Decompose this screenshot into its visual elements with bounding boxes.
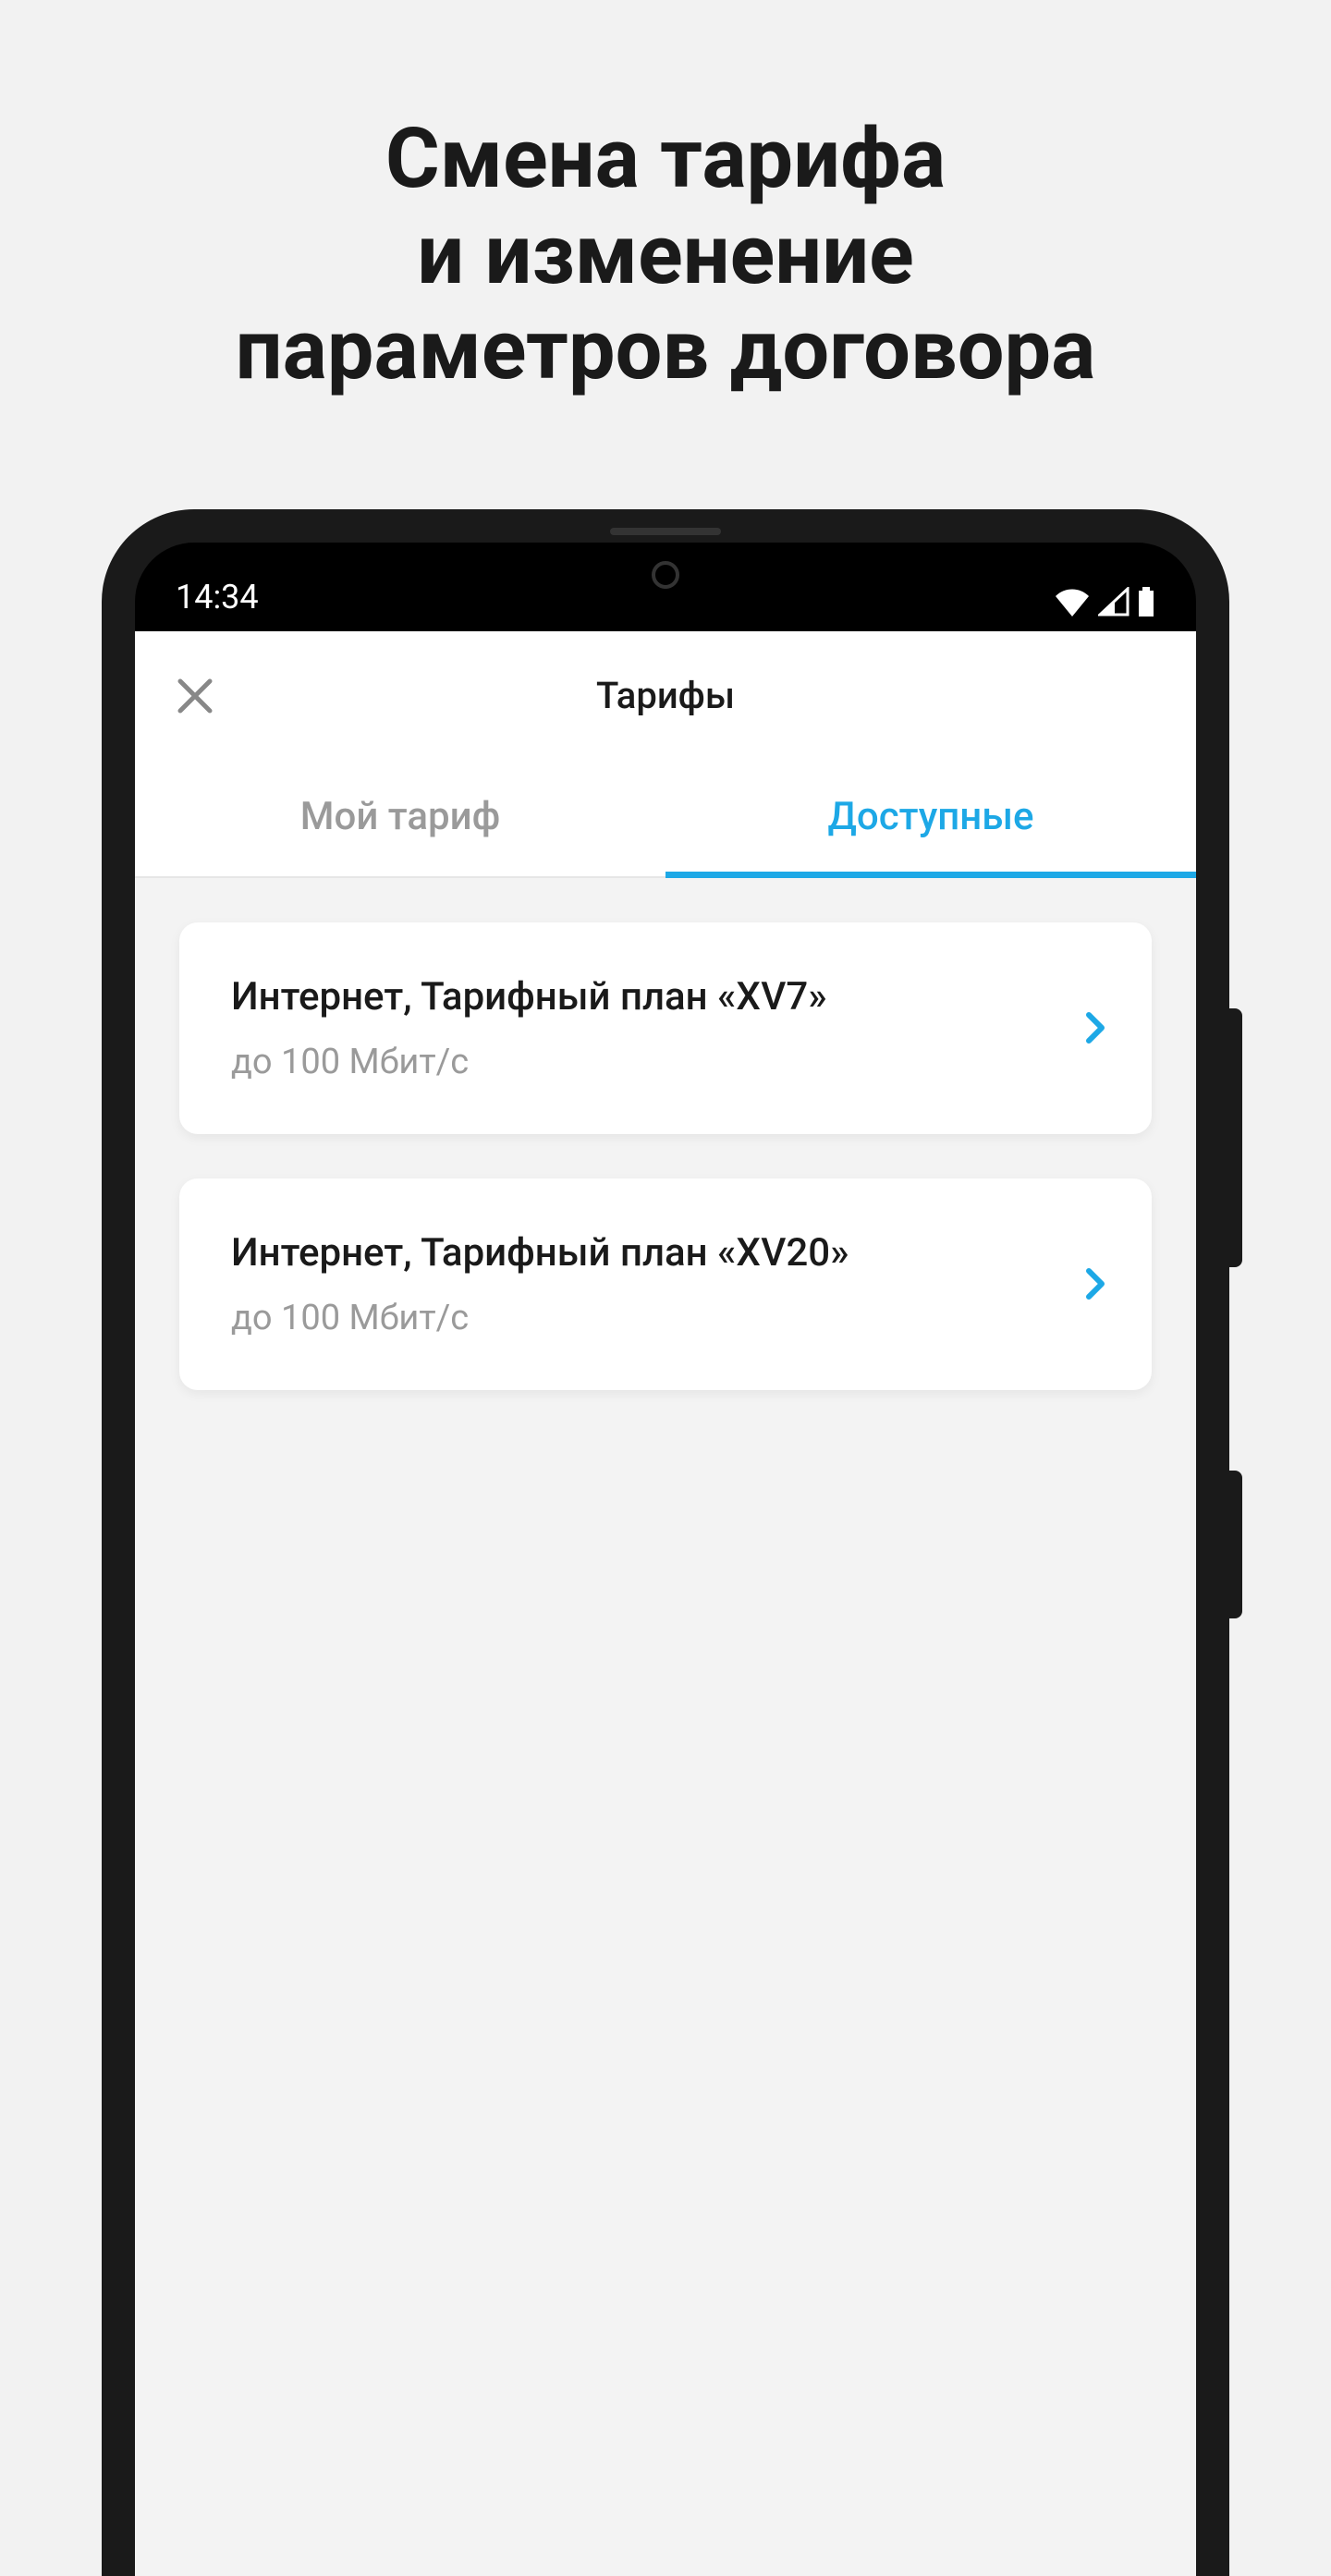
tariff-card[interactable]: Интернет, Тарифный план «XV7» до 100 Мби… (179, 922, 1152, 1134)
page-title: Тарифы (596, 674, 735, 717)
close-icon[interactable] (172, 673, 218, 719)
tariff-card[interactable]: Интернет, Тарифный план «XV20» до 100 Мб… (179, 1178, 1152, 1390)
signal-icon (1098, 587, 1130, 617)
phone-screen: 14:34 Тар (135, 543, 1196, 2576)
side-button-power (1229, 1471, 1242, 1618)
side-button-volume (1229, 1008, 1242, 1267)
chevron-right-icon (1085, 1011, 1107, 1044)
front-camera (652, 561, 679, 589)
tariff-card-text: Интернет, Тарифный план «XV7» до 100 Мби… (231, 974, 1063, 1082)
tab-available[interactable]: Доступные (666, 761, 1196, 876)
tariff-card-title: Интернет, Тарифный план «XV7» (231, 974, 1063, 1019)
status-time: 14:34 (176, 578, 259, 617)
status-icons (1054, 587, 1155, 617)
promo-title: Смена тарифаи изменениепараметров догово… (0, 0, 1331, 398)
tabs: Мой тариф Доступные (135, 761, 1196, 878)
wifi-icon (1054, 587, 1091, 617)
app-body: Тарифы Мой тариф Доступные Интернет, Тар… (135, 631, 1196, 2576)
tariff-card-title: Интернет, Тарифный план «XV20» (231, 1230, 1063, 1276)
app-header: Тарифы (135, 631, 1196, 761)
tariff-card-subtitle: до 100 Мбит/с (231, 1042, 1063, 1082)
tariff-card-subtitle: до 100 Мбит/с (231, 1298, 1063, 1338)
speaker-slot (610, 528, 721, 535)
phone-frame: 14:34 Тар (102, 509, 1229, 2576)
tab-my-tariff[interactable]: Мой тариф (135, 761, 666, 876)
content-area: Интернет, Тарифный план «XV7» до 100 Мби… (135, 878, 1196, 2576)
chevron-right-icon (1085, 1267, 1107, 1300)
battery-icon (1137, 587, 1155, 617)
tariff-card-text: Интернет, Тарифный план «XV20» до 100 Мб… (231, 1230, 1063, 1338)
